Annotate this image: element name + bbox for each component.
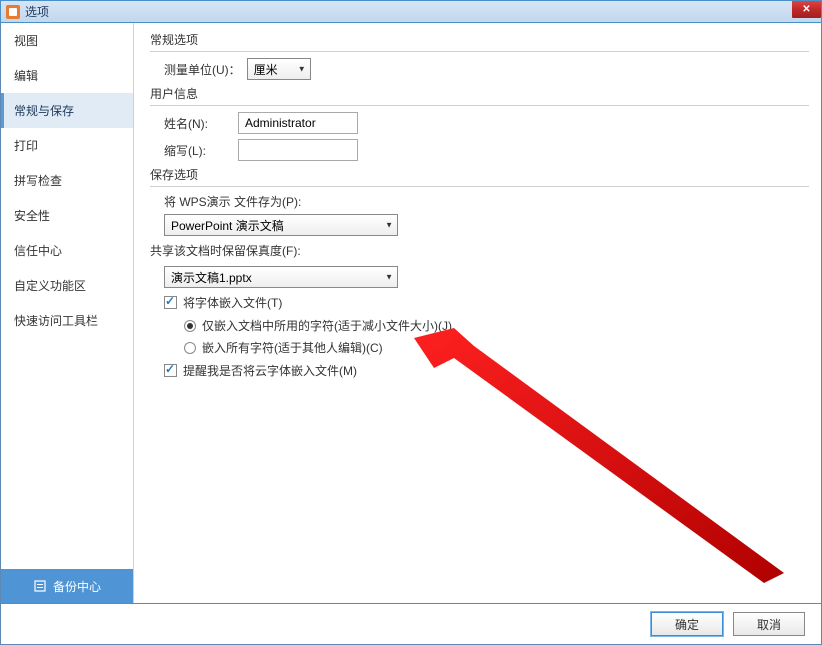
app-icon (4, 3, 22, 21)
embed-used-radio[interactable] (184, 320, 196, 332)
save-as-value: PowerPoint 演示文稿 (171, 217, 284, 234)
backup-icon (33, 579, 47, 593)
close-button[interactable] (792, 1, 821, 18)
save-as-label: 将 WPS演示 文件存为(P): (164, 193, 301, 210)
embed-all-radio[interactable] (184, 342, 196, 354)
ok-button[interactable]: 确定 (651, 612, 723, 636)
sidebar-item-customize[interactable]: 自定义功能区 (1, 268, 133, 303)
fidelity-dropdown[interactable]: 演示文稿1.pptx (164, 266, 398, 288)
fidelity-value: 演示文稿1.pptx (171, 269, 252, 286)
embed-used-label: 仅嵌入文档中所用的字符(适于减小文件大小)(J) (202, 317, 452, 334)
dialog-footer: 确定 取消 (0, 603, 822, 645)
initials-label: 缩写(L): (164, 142, 232, 159)
initials-input[interactable] (238, 139, 358, 161)
main-panel: 常规选项 测量单位(U)： 厘米 用户信息 姓名(N): 缩写(L): 保存选项 (134, 23, 821, 603)
cancel-button[interactable]: 取消 (733, 612, 805, 636)
cloud-fonts-checkbox[interactable] (164, 364, 177, 377)
unit-dropdown[interactable]: 厘米 (247, 58, 311, 80)
section-user-title: 用户信息 (150, 85, 809, 106)
section-general: 常规选项 测量单位(U)： 厘米 (150, 31, 809, 80)
section-save: 保存选项 将 WPS演示 文件存为(P): PowerPoint 演示文稿 共享… (150, 166, 809, 379)
name-label: 姓名(N): (164, 115, 232, 132)
section-general-title: 常规选项 (150, 31, 809, 52)
embed-fonts-checkbox[interactable] (164, 296, 177, 309)
save-as-dropdown[interactable]: PowerPoint 演示文稿 (164, 214, 398, 236)
unit-value: 厘米 (254, 61, 278, 78)
fidelity-label: 共享该文档时保留保真度(F): (150, 244, 301, 258)
backup-label: 备份中心 (53, 578, 101, 595)
sidebar-item-trust[interactable]: 信任中心 (1, 233, 133, 268)
dialog-body: 视图 编辑 常规与保存 打印 拼写检查 安全性 信任中心 自定义功能区 快速访问… (0, 23, 822, 603)
sidebar-item-spellcheck[interactable]: 拼写检查 (1, 163, 133, 198)
unit-label: 测量单位(U)： (164, 61, 241, 78)
cloud-fonts-label: 提醒我是否将云字体嵌入文件(M) (183, 362, 357, 379)
sidebar-item-quickaccess[interactable]: 快速访问工具栏 (1, 303, 133, 338)
sidebar-item-edit[interactable]: 编辑 (1, 58, 133, 93)
titlebar: 选项 (0, 0, 822, 23)
sidebar-item-view[interactable]: 视图 (1, 23, 133, 58)
sidebar: 视图 编辑 常规与保存 打印 拼写检查 安全性 信任中心 自定义功能区 快速访问… (1, 23, 134, 603)
backup-center-button[interactable]: 备份中心 (1, 569, 133, 603)
embed-fonts-label: 将字体嵌入文件(T) (183, 294, 282, 311)
section-user: 用户信息 姓名(N): 缩写(L): (150, 85, 809, 161)
window-title: 选项 (25, 3, 49, 20)
section-save-title: 保存选项 (150, 166, 809, 187)
name-input[interactable] (238, 112, 358, 134)
sidebar-item-print[interactable]: 打印 (1, 128, 133, 163)
sidebar-item-general-save[interactable]: 常规与保存 (1, 93, 133, 128)
sidebar-item-security[interactable]: 安全性 (1, 198, 133, 233)
embed-all-label: 嵌入所有字符(适于其他人编辑)(C) (202, 339, 383, 356)
